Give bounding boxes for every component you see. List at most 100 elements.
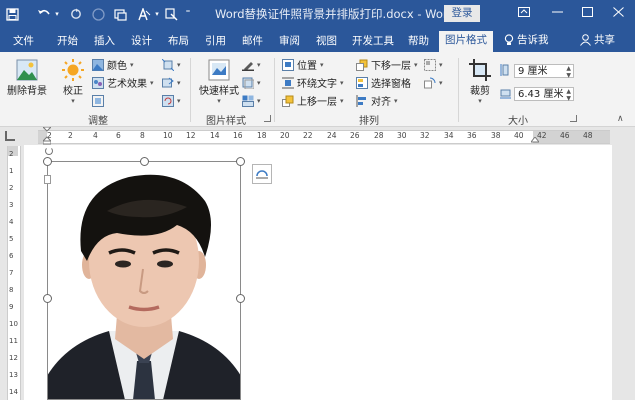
remove-background-label: 删除背景 bbox=[7, 86, 47, 97]
group-adjust-label: 调整 bbox=[88, 116, 108, 127]
group-objects-button[interactable]: ▾ bbox=[424, 57, 443, 72]
height-input[interactable]: 9 厘米 ▲ ▼ bbox=[514, 64, 574, 79]
layout-options-button[interactable] bbox=[252, 164, 272, 184]
crop-button[interactable]: 裁剪 ▾ bbox=[465, 58, 495, 105]
width-spinner-icon[interactable]: ▲ ▼ bbox=[566, 88, 571, 102]
login-button[interactable]: 登录 bbox=[444, 5, 480, 22]
width-icon bbox=[500, 89, 511, 99]
selection-pane-icon bbox=[356, 76, 368, 89]
bring-forward-button[interactable]: 上移一层 ▾ bbox=[282, 93, 344, 108]
tab-home[interactable]: 开始 bbox=[57, 32, 78, 52]
tab-view[interactable]: 视图 bbox=[316, 32, 337, 52]
transparency-button[interactable] bbox=[92, 93, 104, 108]
ribbon-separator bbox=[190, 58, 191, 122]
vertical-ruler-tick-label: 12 bbox=[9, 354, 18, 362]
selection-pane-label: 选择窗格 bbox=[371, 79, 411, 90]
change-picture-button[interactable]: ▾ bbox=[162, 75, 181, 90]
tab-references[interactable]: 引用 bbox=[205, 32, 226, 52]
ruler-tick-label: 2 bbox=[68, 131, 73, 140]
undo-icon[interactable] bbox=[36, 6, 52, 22]
lightbulb-icon bbox=[504, 33, 514, 45]
picture-layout-button[interactable]: ▾ bbox=[242, 93, 261, 108]
share-button[interactable]: 共享 bbox=[580, 32, 615, 47]
redo-icon[interactable] bbox=[68, 6, 84, 22]
vertical-ruler-tick-label: 2 bbox=[9, 184, 14, 192]
resize-handle-left[interactable] bbox=[43, 294, 52, 303]
tab-developer[interactable]: 开发工具 bbox=[352, 32, 394, 52]
vertical-ruler[interactable]: 2 1 2 3 4 5 6 7 8 9 10 11 12 13 14 bbox=[7, 146, 21, 400]
touch-mode-icon[interactable] bbox=[90, 6, 106, 22]
height-spinner-icon[interactable]: ▲ ▼ bbox=[566, 65, 571, 79]
corrections-button[interactable]: 校正 ▾ bbox=[58, 58, 88, 105]
rotate-icon bbox=[424, 77, 436, 88]
quick-styles-button[interactable]: 快速样式 ▾ bbox=[198, 58, 240, 105]
picture-effects-icon bbox=[242, 77, 254, 89]
tab-selector-icon[interactable] bbox=[5, 131, 15, 141]
pen-icon bbox=[242, 61, 254, 71]
font-style-icon[interactable] bbox=[136, 6, 152, 22]
tab-design[interactable]: 设计 bbox=[131, 32, 152, 52]
format-painter-icon[interactable] bbox=[112, 6, 128, 22]
close-icon[interactable] bbox=[609, 5, 627, 22]
reset-picture-icon bbox=[162, 94, 174, 107]
vertical-ruler-tick-label: 13 bbox=[9, 371, 18, 379]
send-backward-button[interactable]: 下移一层 ▾ bbox=[356, 57, 418, 72]
position-button[interactable]: 位置 ▾ bbox=[282, 57, 324, 72]
resize-handle-top-right[interactable] bbox=[236, 157, 245, 166]
touch-draw-icon[interactable] bbox=[164, 6, 180, 22]
tab-insert[interactable]: 插入 bbox=[94, 32, 115, 52]
color-icon bbox=[92, 58, 104, 71]
indent-marker-icon[interactable] bbox=[43, 127, 51, 145]
tab-mailings[interactable]: 邮件 bbox=[242, 32, 263, 52]
tab-file[interactable]: 文件 bbox=[13, 32, 34, 52]
wrap-text-button[interactable]: 环绕文字 ▾ bbox=[282, 75, 344, 90]
ruler-tick-label: 10 bbox=[163, 131, 173, 140]
ruler-tick-label: 8 bbox=[140, 131, 145, 140]
customize-icon[interactable]: ⁼ bbox=[182, 6, 194, 22]
group-size-label: 大小 bbox=[508, 116, 528, 127]
ruler-tick-label: 48 bbox=[583, 131, 593, 140]
picture-effects-button[interactable]: ▾ bbox=[242, 75, 261, 90]
tell-me-box[interactable]: 告诉我 bbox=[504, 32, 549, 47]
resize-handle-top[interactable] bbox=[140, 157, 149, 166]
rotate-button[interactable]: ▾ bbox=[424, 75, 443, 90]
ribbon-options-icon[interactable] bbox=[515, 5, 533, 22]
width-value: 6.43 厘米 bbox=[518, 89, 564, 100]
reset-picture-button[interactable]: ▾ bbox=[162, 93, 181, 108]
undo-dropdown-icon[interactable]: ▾ bbox=[53, 6, 61, 22]
rotate-handle-icon[interactable] bbox=[45, 147, 53, 155]
artistic-effects-button[interactable]: 艺术效果 ▾ bbox=[92, 75, 154, 90]
color-button[interactable]: 颜色 ▾ bbox=[92, 57, 134, 72]
ruler-tick-label: 32 bbox=[420, 131, 430, 140]
picture-styles-launcher-icon[interactable] bbox=[264, 115, 271, 122]
collapse-ribbon-icon[interactable]: ∧ bbox=[617, 114, 624, 124]
size-launcher-icon[interactable] bbox=[570, 115, 577, 122]
ruler-tick-label: 46 bbox=[560, 131, 570, 140]
position-icon bbox=[282, 58, 294, 71]
font-style-dropdown-icon[interactable]: ▾ bbox=[153, 6, 161, 22]
align-button[interactable]: 对齐 ▾ bbox=[356, 93, 398, 108]
ribbon-panel: 删除背景 校正 ▾ 颜色 ▾ 艺术效果 ▾ ▾ ▾ ▾ 调整 快速样式 ▾ ▾ … bbox=[0, 52, 635, 127]
tab-help[interactable]: 帮助 bbox=[408, 32, 429, 52]
selection-pane-button[interactable]: 选择窗格 bbox=[356, 75, 411, 90]
resize-handle-right[interactable] bbox=[236, 294, 245, 303]
save-icon[interactable] bbox=[4, 6, 20, 22]
tab-layout[interactable]: 布局 bbox=[168, 32, 189, 52]
ruler-tick-label: 40 bbox=[514, 131, 524, 140]
compress-pictures-icon bbox=[162, 58, 174, 71]
vertical-ruler-tick-label: 14 bbox=[9, 388, 18, 396]
resize-handle-top-left[interactable] bbox=[43, 157, 52, 166]
remove-background-button[interactable]: 删除背景 bbox=[6, 58, 48, 97]
horizontal-ruler[interactable]: 2 2 4 6 8 10 12 14 16 18 20 22 24 26 28 30 32 34 36 38 40 42 4… bbox=[0, 127, 635, 145]
right-indent-marker-icon[interactable] bbox=[531, 137, 539, 143]
vertical-ruler-tick-label: 3 bbox=[9, 201, 14, 209]
send-backward-label: 下移一层 bbox=[371, 61, 411, 72]
tab-picture-format[interactable]: 图片格式 bbox=[439, 31, 493, 52]
compress-pictures-button[interactable]: ▾ bbox=[162, 57, 181, 72]
restore-icon[interactable] bbox=[578, 5, 596, 22]
title-bar: ▾ ▾ ⁼ Word替换证件照背景并排版打印.docx - Word 登录 bbox=[0, 0, 635, 28]
minimize-icon[interactable] bbox=[548, 5, 566, 22]
width-input[interactable]: 6.43 厘米 ▲ ▼ bbox=[514, 87, 574, 102]
picture-border-button[interactable]: ▾ bbox=[242, 57, 261, 72]
tab-review[interactable]: 审阅 bbox=[279, 32, 300, 52]
